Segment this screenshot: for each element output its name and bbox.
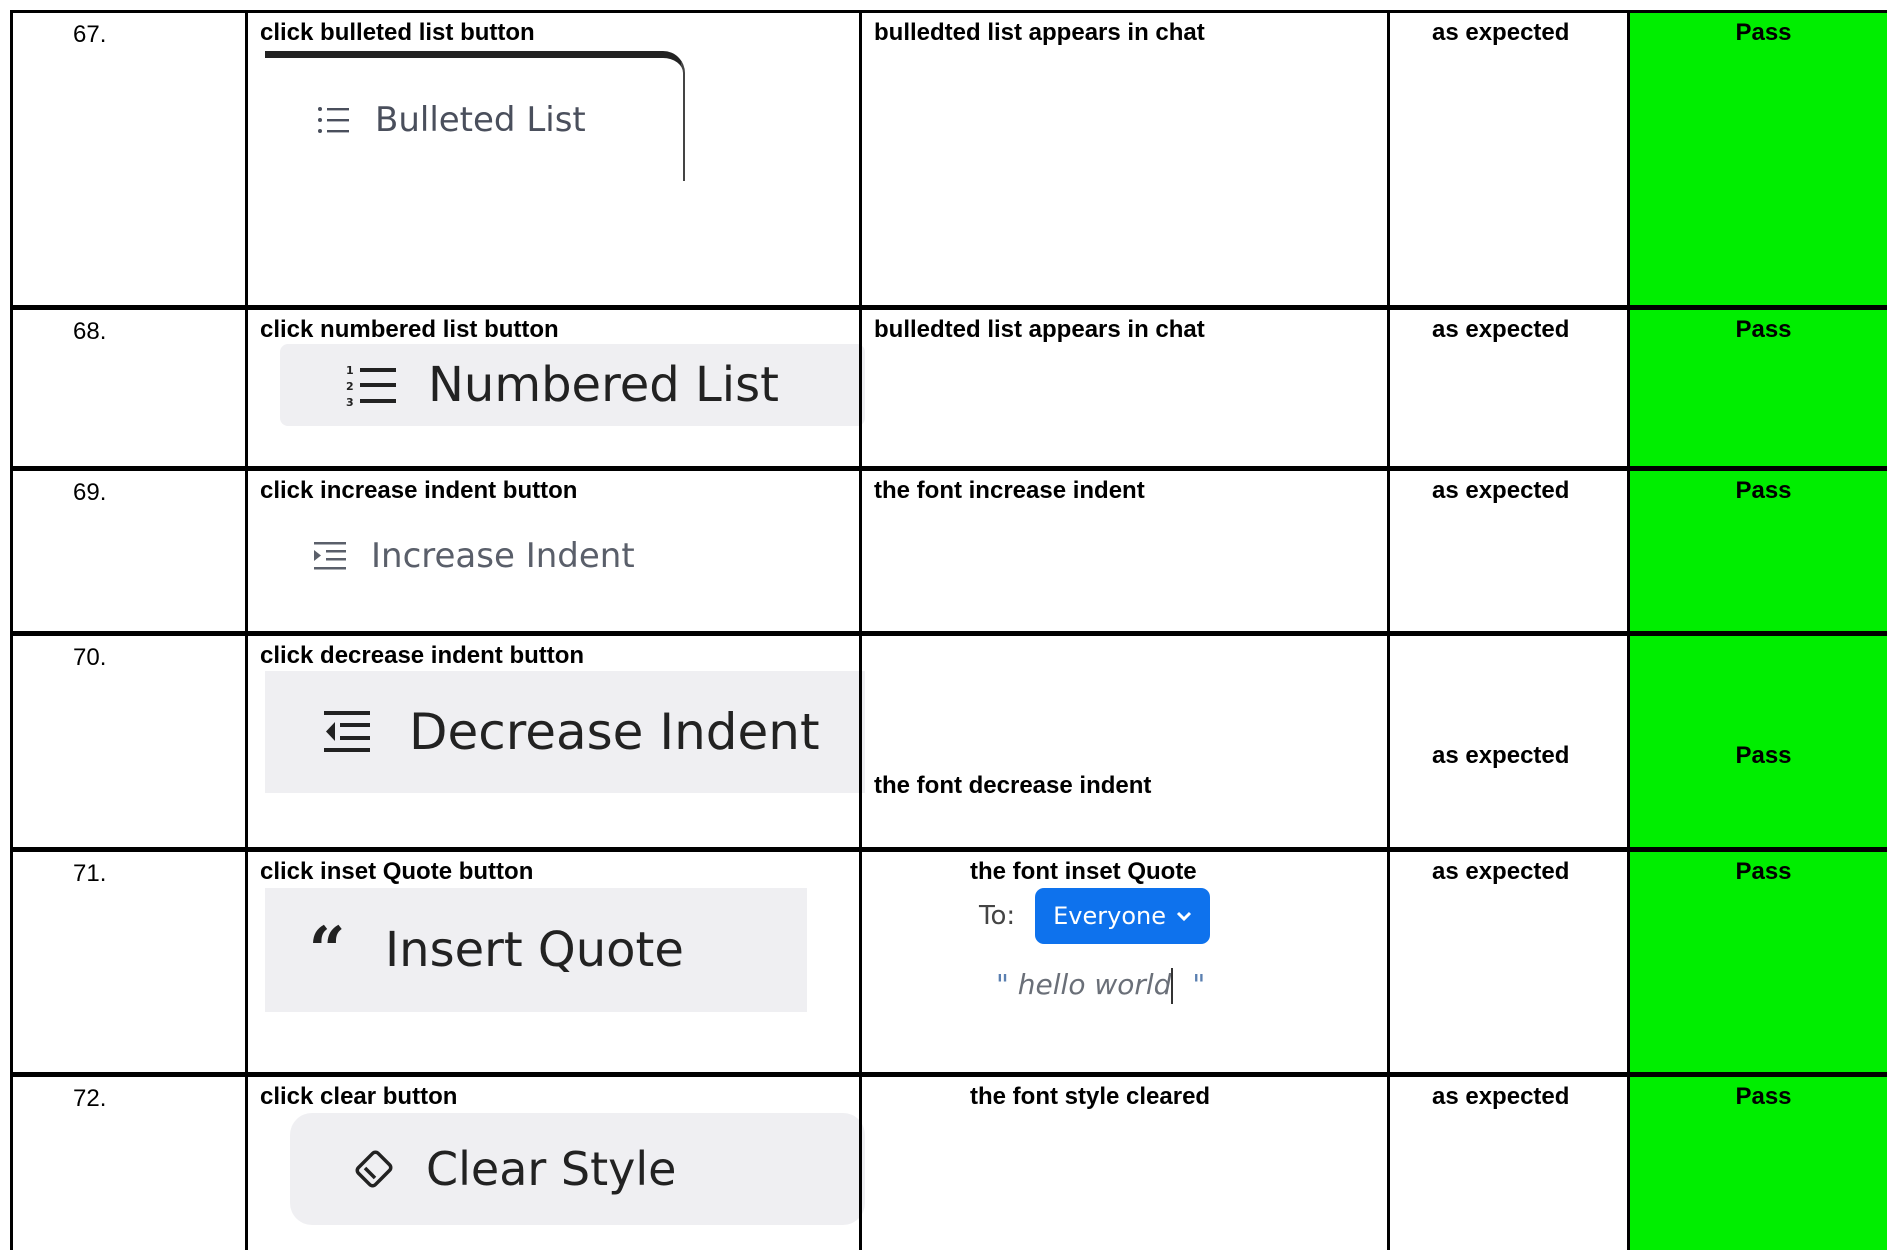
increase-indent-icon	[313, 541, 347, 571]
numbered-list-button-screenshot: 1 2 3 Numbered List	[280, 344, 865, 426]
close-quote: "	[1192, 968, 1206, 1001]
decrease-indent-label: Decrease Indent	[409, 703, 820, 761]
recipient-dropdown[interactable]: Everyone	[1035, 888, 1211, 944]
row-divider	[10, 631, 1887, 636]
table-row: 72. click clear button Clear Style the f…	[10, 1077, 1887, 1250]
table-border	[10, 10, 1887, 13]
test-step-cell: click clear button Clear Style	[248, 1077, 865, 1250]
open-quote: "	[996, 968, 1009, 1001]
column-divider	[1627, 10, 1630, 1250]
actual-result: as expected	[1432, 19, 1570, 46]
test-step-cell: click inset Quote button “ Insert Quote	[248, 852, 859, 1072]
actual-result: as expected	[1432, 477, 1570, 504]
table-row: 71. click inset Quote button “ Insert Qu…	[10, 852, 1887, 1072]
row-divider	[10, 847, 1887, 852]
status-pass: Pass	[1630, 636, 1887, 847]
test-results-table: 67. click bulleted list button Bulleted …	[10, 10, 1887, 1250]
status-pass: Pass	[1630, 1077, 1887, 1250]
insert-quote-button-screenshot: “ Insert Quote	[265, 888, 807, 1012]
test-step-text: click decrease indent button	[260, 642, 585, 669]
decrease-indent-icon	[323, 710, 371, 754]
row-number: 71.	[73, 860, 107, 887]
actual-result: as expected	[1432, 858, 1570, 885]
svg-text:3: 3	[346, 396, 354, 408]
bulleted-list-label: Bulleted List	[375, 99, 586, 140]
eraser-icon	[350, 1146, 398, 1192]
expected-result: bulledted list appears in chat	[874, 316, 1205, 343]
svg-text:2: 2	[346, 380, 354, 393]
table-row: 68. click numbered list button 1 2 3 Num…	[10, 310, 1887, 466]
clear-style-button-screenshot: Clear Style	[290, 1113, 865, 1225]
numbered-list-label: Numbered List	[428, 357, 779, 413]
recipient-name: Everyone	[1053, 902, 1167, 930]
expected-result: bulledted list appears in chat	[874, 19, 1205, 46]
numbered-list-icon: 1 2 3	[346, 362, 398, 408]
expected-result: the font increase indent	[874, 477, 1145, 504]
expected-result-cell: the font inset Quote To: Everyone " hell…	[862, 852, 1387, 1072]
row-number: 68.	[73, 318, 107, 345]
table-row: 69. click increase indent button Increas…	[10, 471, 1887, 631]
expected-result: the font style cleared	[970, 1083, 1211, 1110]
svg-text:1: 1	[346, 364, 354, 377]
column-divider	[1387, 10, 1390, 1250]
row-number: 69.	[73, 479, 107, 506]
column-divider	[859, 10, 862, 1250]
test-step-text: click bulleted list button	[260, 19, 535, 46]
chat-recipient-row: To: Everyone	[979, 888, 1211, 944]
insert-quote-label: Insert Quote	[385, 922, 684, 978]
chat-message-input[interactable]: " hello world "	[996, 968, 1205, 1004]
row-number: 72.	[73, 1085, 107, 1112]
text-caret	[1171, 968, 1174, 1004]
status-pass: Pass	[1630, 310, 1887, 466]
column-divider	[245, 10, 248, 1250]
test-step-cell: click decrease indent button Decrease In…	[248, 636, 865, 847]
row-number: 70.	[73, 644, 107, 671]
test-step-text: click numbered list button	[260, 316, 559, 343]
quoted-message: hello world	[1017, 968, 1172, 1001]
expected-result: the font inset Quote	[970, 858, 1197, 885]
table-row: 70. click decrease indent button Decreas…	[10, 636, 1887, 847]
status-pass: Pass	[1630, 852, 1887, 1072]
row-divider	[10, 1072, 1887, 1077]
actual-result: as expected	[1432, 742, 1570, 769]
increase-indent-label: Increase Indent	[371, 536, 635, 576]
test-step-text: click clear button	[260, 1083, 458, 1110]
decrease-indent-button-screenshot: Decrease Indent	[265, 671, 865, 793]
status-pass: Pass	[1630, 13, 1887, 305]
column-divider	[10, 10, 13, 1250]
bulleted-list-button-screenshot: Bulleted List	[265, 51, 685, 181]
increase-indent-button-screenshot: Increase Indent	[265, 521, 765, 591]
test-step-text: click increase indent button	[260, 477, 578, 504]
row-number: 67.	[73, 21, 107, 48]
table-row: 67. click bulleted list button Bulleted …	[10, 13, 1887, 305]
actual-result: as expected	[1432, 1083, 1570, 1110]
bulleted-list-icon	[317, 105, 351, 135]
test-step-cell: click bulleted list button Bulleted List	[248, 13, 859, 305]
actual-result: as expected	[1432, 316, 1570, 343]
row-divider	[10, 305, 1887, 310]
test-step-cell: click numbered list button 1 2 3 Numbere…	[248, 310, 865, 466]
quote-icon: “	[308, 912, 346, 988]
chevron-down-icon	[1176, 910, 1192, 922]
clear-style-label: Clear Style	[426, 1142, 677, 1196]
test-step-text: click inset Quote button	[260, 858, 534, 885]
test-step-cell: click increase indent button Increase In…	[248, 471, 859, 631]
expected-result: the font decrease indent	[874, 772, 1152, 799]
row-divider	[10, 466, 1887, 471]
status-pass: Pass	[1630, 471, 1887, 631]
to-label: To:	[979, 901, 1016, 931]
